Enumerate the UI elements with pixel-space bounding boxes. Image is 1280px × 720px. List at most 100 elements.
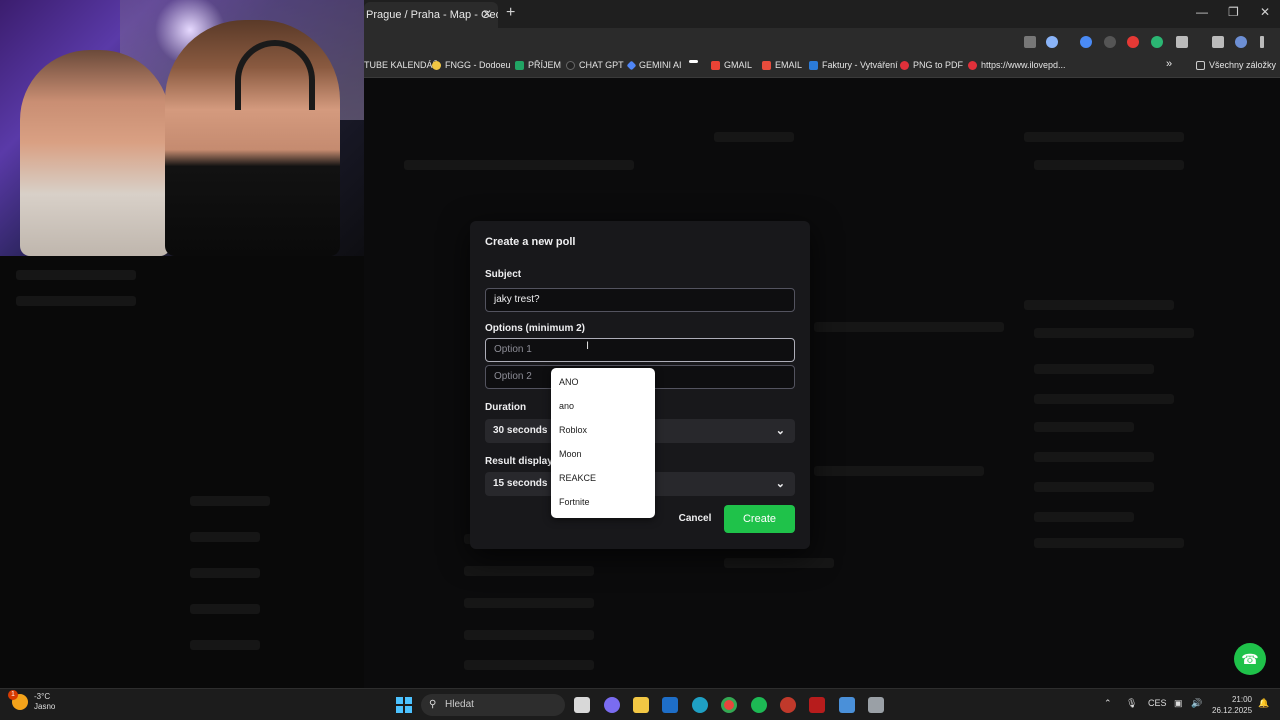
autocomplete-option[interactable]: Roblox [551,422,655,446]
search-icon: ⚲ [429,699,437,710]
ghost-line [404,160,634,170]
ghost-line [16,296,136,306]
weather-temperature: -3°C [34,692,51,701]
bookmark-favicon [762,60,771,70]
headset-icon: ☎ [1241,650,1259,667]
network-icon[interactable]: ▣ [1174,698,1183,709]
bookmark-item[interactable] [689,60,698,63]
edge-icon[interactable] [692,697,708,713]
webcam-overlay [0,0,364,256]
duration-value: 30 seconds [493,425,548,436]
volume-icon[interactable]: 🔊 [1191,698,1202,709]
windows-logo-tile [404,697,412,705]
bookmark-label: Faktury - Vytváření [822,60,898,70]
cancel-button[interactable]: Cancel [673,505,717,533]
ghost-line [1034,452,1154,462]
windows-logo-tile [404,705,412,713]
autocomplete-option[interactable]: Fortnite [551,494,655,518]
ghost-line [1024,132,1184,142]
chevron-down-icon: ⌄ [775,425,785,437]
bookmark-star-icon[interactable] [1046,36,1058,48]
bookmark-item[interactable]: GEMINI AI [626,60,682,70]
all-bookmarks-button[interactable]: Všechny záložky [1196,60,1276,70]
ghost-line [1034,328,1194,338]
dialog-title: Create a new poll [485,236,576,248]
ghost-line [190,640,260,650]
language-indicator[interactable]: CES [1148,698,1167,708]
bookmark-label: https://www.ilovepd... [981,60,1066,70]
sun-icon: 1 [8,690,28,710]
app-icon[interactable] [839,697,855,713]
bookmarks-bar: TUBE KALENDÁŘ FNGG - Dodoeu PŘÍJEM CHAT … [364,56,1280,78]
bookmark-favicon [515,60,524,70]
obs-icon[interactable] [780,697,796,713]
autocomplete-option[interactable]: Moon [551,446,655,470]
tab-close-icon[interactable]: ✕ [482,7,492,21]
bookmark-item[interactable]: GMAIL [711,60,752,70]
option-1-input[interactable]: Option 1 [485,338,795,362]
notification-bell-icon[interactable]: 🔔 [1258,698,1269,709]
calculator-icon[interactable] [868,697,884,713]
file-explorer-icon[interactable] [633,697,649,713]
bookmark-item[interactable]: https://www.ilovepd... [968,60,1066,70]
start-button[interactable] [396,697,412,713]
weather-widget[interactable]: 1 -3°C Jasno [8,690,55,712]
translate-icon[interactable] [1024,36,1036,48]
create-button[interactable]: Create [724,505,795,533]
menu-kebab-icon[interactable] [1260,36,1264,48]
extension-icon[interactable] [1080,36,1092,48]
tab-geoguessr[interactable]: Prague / Praha - Map - GeoGu ✕ [364,2,498,28]
bookmark-label: PNG to PDF [913,60,964,70]
search-placeholder: Hledat [445,699,474,710]
new-tab-button[interactable]: + [506,4,515,22]
app-icon[interactable] [809,697,825,713]
extension-icon[interactable] [1151,36,1163,48]
bookmark-item[interactable]: PNG to PDF [900,60,963,70]
copilot-icon[interactable] [604,697,620,713]
help-chat-button[interactable]: ☎ [1234,643,1266,675]
extension-icon[interactable] [1104,36,1116,48]
bookmark-item[interactable]: EMAIL [762,60,802,70]
bookmark-item[interactable]: TUBE KALENDÁŘ [364,60,439,70]
spotify-icon[interactable] [751,697,767,713]
bookmark-favicon [809,60,818,70]
clock-date: 26.12.2025 [1212,706,1253,715]
autocomplete-option[interactable]: ANO [551,374,655,398]
extensions-puzzle-icon[interactable] [1176,36,1188,48]
bookmark-item[interactable]: PŘÍJEM [515,60,561,70]
autocomplete-option[interactable]: ano [551,398,655,422]
ghost-line [464,598,594,608]
autocomplete-option[interactable]: REAKCE [551,470,655,494]
bookmark-item[interactable]: CHAT GPT [566,60,624,70]
bookmark-label: EMAIL [775,60,803,70]
taskbar-search[interactable]: ⚲ Hledat [421,694,565,716]
gmail-icon [711,60,720,70]
ghost-line [714,132,794,142]
bookmark-item[interactable]: Faktury - Vytváření [809,60,898,70]
task-view-icon[interactable] [574,697,590,713]
ghost-line [464,630,594,640]
minimize-icon[interactable]: — [1196,5,1208,19]
subject-input[interactable]: jaky trest? [485,288,795,312]
maximize-icon[interactable]: ❐ [1228,5,1239,19]
microphone-icon[interactable]: 🎙 [1126,698,1137,709]
bookmark-label: Všechny záložky [1209,60,1277,70]
download-icon[interactable] [1212,36,1224,48]
chrome-icon[interactable] [721,697,737,713]
bookmark-item[interactable]: FNGG - Dodoeu [432,60,511,70]
bookmarks-overflow-icon[interactable]: » [1166,58,1172,70]
outlook-icon[interactable] [662,697,678,713]
ghost-line [1034,394,1174,404]
extension-icon[interactable] [1127,36,1139,48]
bookmark-favicon [432,60,441,70]
bookmark-label: GEMINI AI [639,60,682,70]
profile-avatar-icon[interactable] [1235,36,1247,48]
ghost-line [1034,482,1154,492]
clock[interactable]: 21:00 26.12.2025 [1212,694,1252,716]
ghost-line [464,566,594,576]
tray-overflow-icon[interactable]: ⌃ [1104,698,1112,709]
bookmark-favicon [689,60,698,63]
bookmark-favicon [968,60,977,70]
close-window-icon[interactable]: ✕ [1260,5,1270,19]
tab-bar: Prague / Praha - Map - GeoGu ✕ + — ❐ ✕ [364,0,1280,28]
